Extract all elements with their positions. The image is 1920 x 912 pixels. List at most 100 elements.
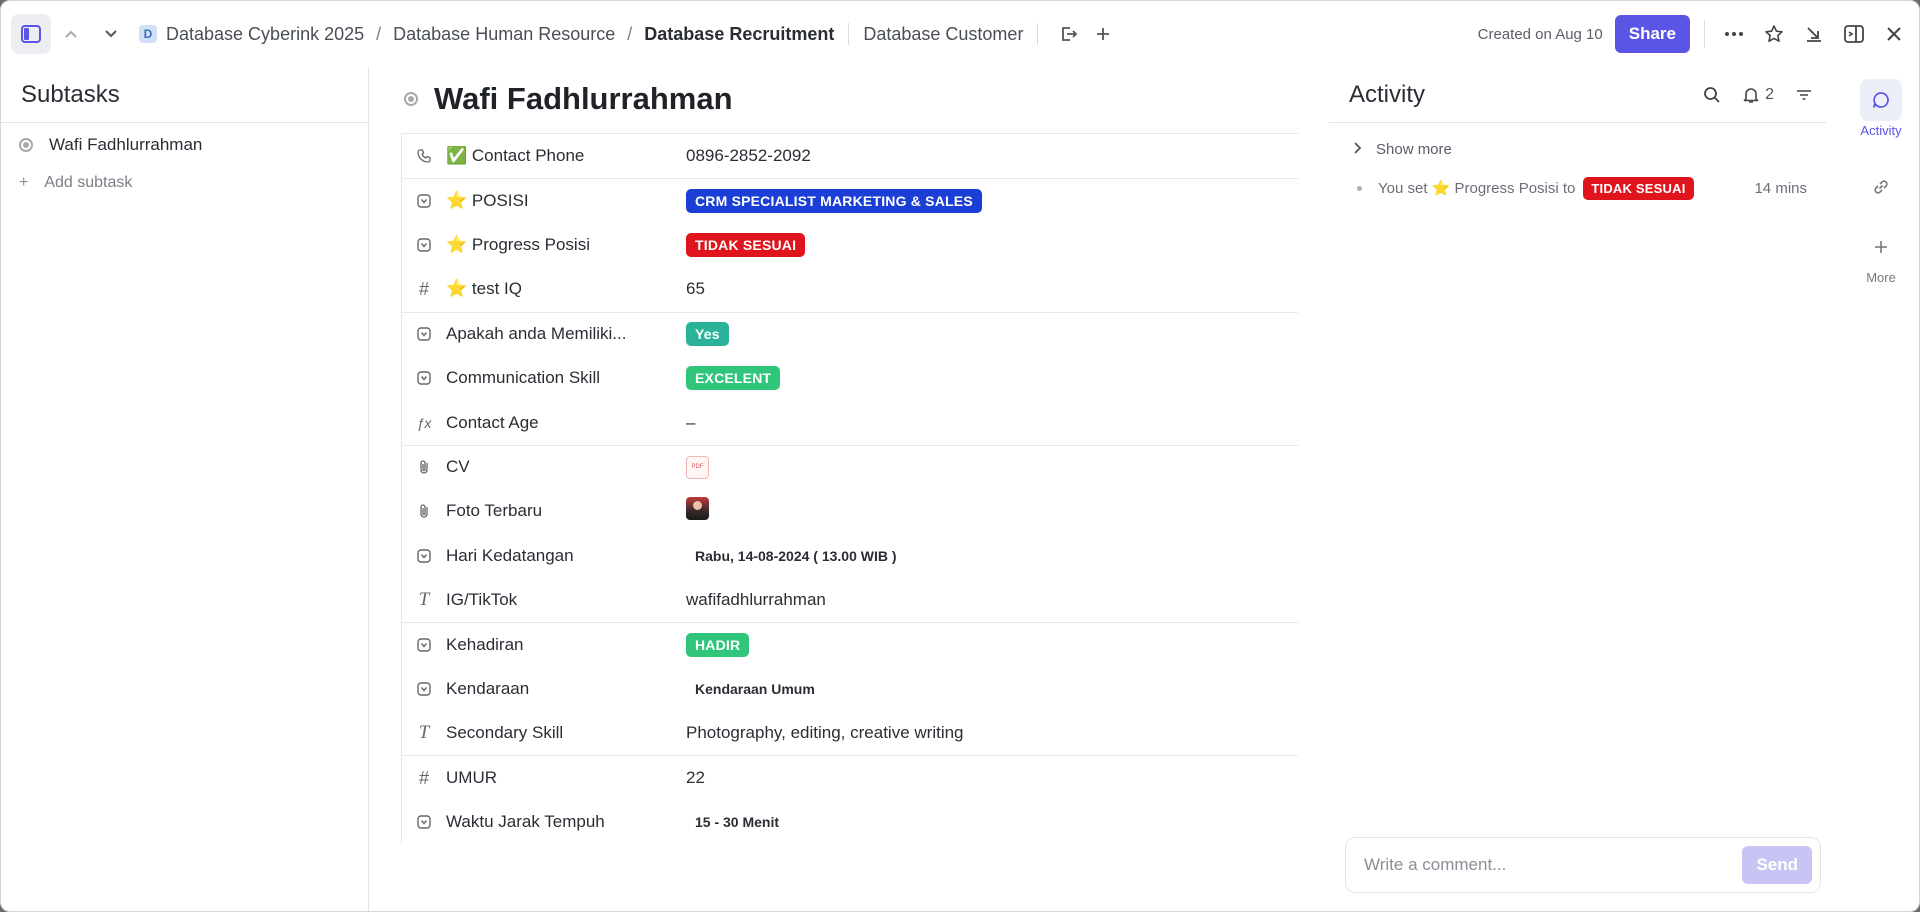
notifications-button[interactable]: 2 (1743, 86, 1774, 104)
task-title[interactable]: Wafi Fadhlurrahman (434, 81, 733, 117)
field-value[interactable]: CRM SPECIALIST MARKETING & SALES (686, 189, 982, 214)
field-label: Kehadiran (446, 634, 524, 654)
field-label: Communication Skill (446, 368, 600, 388)
field-value[interactable]: PDF (686, 455, 709, 479)
field-row[interactable]: CV PDF (401, 444, 1298, 490)
task-status-icon[interactable] (404, 92, 418, 106)
favorite-button[interactable] (1757, 17, 1791, 51)
option-label[interactable]: 15 - 30 Menit (686, 814, 779, 830)
send-button[interactable]: Send (1742, 846, 1812, 884)
task-main: Wafi Fadhlurrahman ✅ Contact Phone 0896-2… (401, 67, 1298, 847)
field-value[interactable]: 15 - 30 Menit (686, 812, 779, 832)
breadcrumb-item-list[interactable]: Database Recruitment (644, 24, 834, 45)
dropdown-icon (402, 815, 446, 829)
field-value[interactable] (686, 497, 709, 525)
field-row[interactable]: # UMUR 22 (401, 755, 1298, 800)
breadcrumb-extra-list[interactable]: Database Customer (863, 24, 1023, 45)
rail-more-button[interactable]: More (1860, 226, 1902, 285)
field-value[interactable]: EXCELENT (686, 366, 781, 391)
move-task-button[interactable] (1052, 17, 1086, 51)
comment-box[interactable]: Write a comment... Send (1345, 837, 1821, 893)
share-button[interactable]: Share (1614, 15, 1690, 53)
status-badge[interactable]: CRM SPECIALIST MARKETING & SALES (686, 189, 982, 214)
expand-button[interactable] (1837, 17, 1871, 51)
filter-button[interactable] (1796, 89, 1812, 101)
activity-title: Activity (1349, 80, 1426, 108)
field-row[interactable]: # ⭐ test IQ 65 (401, 267, 1298, 312)
status-icon[interactable] (19, 138, 33, 152)
field-row[interactable]: ƒx Contact Age – (401, 400, 1298, 445)
breadcrumb: D Database Cyberink 2025 / Database Huma… (139, 17, 1120, 51)
subtasks-title: Subtasks (1, 67, 368, 123)
field-label: UMUR (446, 768, 497, 788)
field-value[interactable]: 22 (686, 768, 705, 788)
field-row[interactable]: Kehadiran HADIR (401, 622, 1298, 667)
sidebar-toggle-button[interactable] (11, 14, 51, 54)
field-value[interactable]: Rabu, 14-08-2024 ( 13.00 WIB ) (686, 546, 897, 566)
status-badge[interactable]: HADIR (686, 632, 750, 657)
field-row[interactable]: Hari Kedatangan Rabu, 14-08-2024 ( 13.00 … (401, 533, 1298, 578)
bullet (1357, 185, 1362, 191)
field-value[interactable]: wafifadhlurrahman (686, 590, 826, 610)
show-more-label: Show more (1376, 140, 1452, 158)
attachment-icon (402, 459, 446, 475)
minimize-button[interactable] (1797, 17, 1831, 51)
field-row[interactable]: T Secondary Skill Photography, editing, cr… (401, 711, 1298, 756)
sidebar-toggle-icon (21, 25, 41, 43)
dropdown-icon (402, 238, 446, 252)
field-label: Kendaraan (446, 678, 530, 698)
subtasks-panel: Subtasks Wafi Fadhlurrahman + Add subtas… (1, 67, 369, 911)
field-row[interactable]: ✅ Contact Phone 0896-2852-2092 (401, 134, 1298, 179)
field-row[interactable]: T IG/TikTok wafifadhlurrahman (401, 577, 1298, 623)
field-label: ⭐ Progress Posisi (446, 234, 590, 254)
field-row[interactable]: Waktu Jarak Tempuh 15 - 30 Menit (401, 799, 1298, 845)
field-label: Hari Kedatangan (446, 545, 574, 565)
field-row[interactable]: Kendaraan Kendaraan Umum (401, 666, 1298, 712)
field-label: IG/TikTok (446, 590, 518, 610)
activity-item: You set ⭐ Progress Posisi to TIDAK SESUA… (1329, 175, 1829, 201)
field-value[interactable]: HADIR (686, 632, 750, 657)
subtask-item[interactable]: Wafi Fadhlurrahman (1, 125, 368, 165)
field-value[interactable]: TIDAK SESUAI (686, 232, 806, 257)
add-subtask-button[interactable]: + Add subtask (1, 165, 368, 201)
status-badge[interactable]: EXCELENT (686, 366, 781, 391)
field-label: Contact Age (446, 412, 539, 432)
breadcrumb-item-space[interactable]: Database Cyberink 2025 (166, 24, 364, 45)
dropdown-icon (402, 371, 446, 385)
field-row[interactable]: Apakah anda Memiliki... Yes (401, 311, 1298, 356)
header-tools: Created on Aug 10 Share (1478, 15, 1911, 53)
rail-activity-button[interactable]: Activity (1860, 79, 1902, 138)
pdf-file-icon[interactable]: PDF (686, 455, 709, 479)
plus-icon (1097, 28, 1110, 40)
photo-thumbnail[interactable] (686, 497, 709, 521)
field-value[interactable]: 0896-2852-2092 (686, 146, 811, 166)
field-row[interactable]: ⭐ Progress Posisi TIDAK SESUAI (401, 222, 1298, 268)
status-badge[interactable]: Yes (686, 322, 729, 347)
search-activity-button[interactable] (1703, 86, 1721, 104)
field-value[interactable]: Kendaraan Umum (686, 679, 815, 699)
subtask-label: Wafi Fadhlurrahman (49, 135, 203, 154)
rail-links-button[interactable] (1860, 166, 1902, 208)
activity-panel: Activity 2 Show more You set ⭐ Progress … (1329, 67, 1829, 911)
field-value[interactable]: Yes (686, 322, 729, 347)
option-label[interactable]: Rabu, 14-08-2024 ( 13.00 WIB ) (686, 548, 897, 564)
field-value[interactable]: – (686, 413, 695, 433)
breadcrumb-item-folder[interactable]: Database Human Resource (393, 24, 615, 45)
show-more-button[interactable]: Show more (1329, 123, 1829, 175)
field-row[interactable]: Foto Terbaru (401, 489, 1298, 534)
field-row[interactable]: ⭐ POSISI CRM SPECIALIST MARKETING & SALES (401, 178, 1298, 223)
close-button[interactable] (1877, 17, 1911, 51)
more-options-button[interactable] (1717, 17, 1751, 51)
field-value[interactable]: 65 (686, 279, 705, 299)
option-label[interactable]: Kendaraan Umum (686, 681, 815, 697)
previous-task-button[interactable] (51, 14, 91, 54)
status-badge[interactable]: TIDAK SESUAI (686, 232, 806, 257)
custom-fields-table: ✅ Contact Phone 0896-2852-2092 ⭐ POSISI CRM… (401, 133, 1298, 845)
add-button[interactable] (1086, 17, 1120, 51)
space-badge: D (139, 25, 157, 43)
comment-input[interactable]: Write a comment... (1364, 855, 1506, 875)
field-row[interactable]: Communication Skill EXCELENT (401, 355, 1298, 401)
next-task-button[interactable] (91, 14, 131, 54)
close-icon (1887, 27, 1901, 41)
field-value[interactable]: Photography, editing, creative writing (686, 723, 964, 743)
